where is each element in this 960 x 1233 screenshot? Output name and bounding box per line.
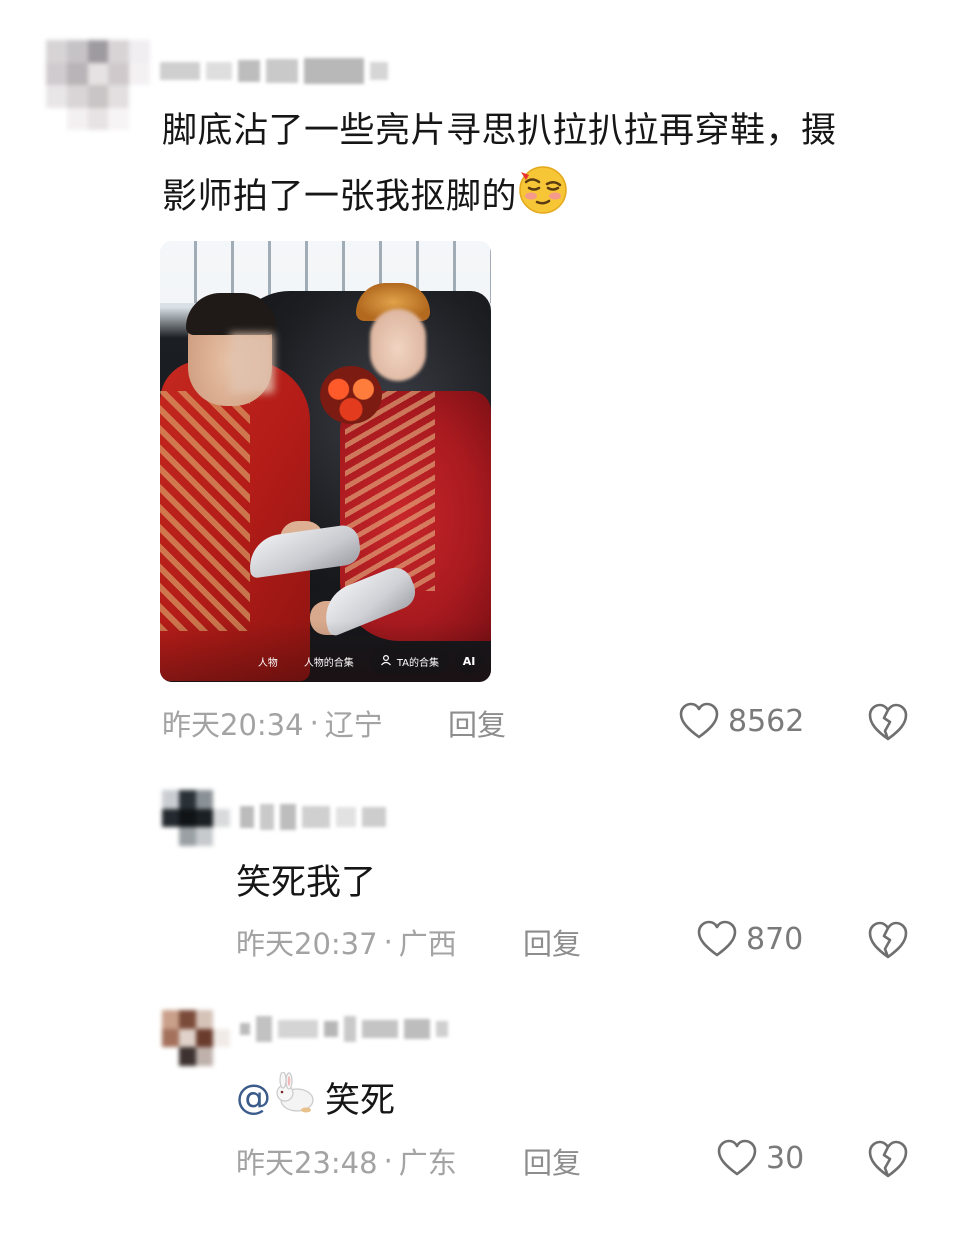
- like-button[interactable]: 30: [716, 1138, 804, 1178]
- chip-ta-collection[interactable]: TA的合集: [369, 648, 449, 674]
- heart-icon: [696, 919, 738, 959]
- photo-blur-mask: [230, 333, 274, 393]
- avatar[interactable]: [46, 40, 150, 130]
- reply-text: @ 笑死: [236, 1071, 396, 1123]
- comment-meta: 昨天20:34 · 辽宁: [162, 702, 383, 744]
- mention-at[interactable]: @: [236, 1078, 271, 1118]
- reply-text: 笑死我了: [236, 863, 377, 903]
- reply-meta: 昨天20:37 · 广西: [236, 921, 457, 963]
- meta-separator: ·: [383, 925, 393, 959]
- photo-embroidery: [160, 391, 250, 631]
- reply-button[interactable]: 回复: [523, 1140, 581, 1182]
- like-button[interactable]: 870: [696, 919, 803, 959]
- meta-separator: ·: [383, 1144, 393, 1178]
- location: 广西: [398, 927, 457, 961]
- like-count: 30: [766, 1140, 805, 1176]
- comment-text: 脚底沾了一些亮片寻思扒拉扒拉再穿鞋，摄 影师拍了一张我抠脚的: [162, 98, 922, 238]
- like-count: 870: [746, 921, 804, 957]
- rabbit-emoji-icon: [273, 1071, 317, 1123]
- photo-groom-hair: [186, 293, 276, 335]
- comment-text-line: 影师拍了一张我抠脚的: [162, 177, 518, 217]
- broken-heart-icon: [866, 1138, 910, 1180]
- photo-bride-head: [370, 309, 426, 381]
- location: 辽宁: [324, 708, 383, 742]
- username[interactable]: [240, 804, 386, 830]
- photo-bouquet: [320, 366, 382, 424]
- meta-separator: ·: [309, 706, 319, 740]
- reply-text-body: 笑死: [325, 1081, 396, 1121]
- broken-heart-icon: [866, 701, 910, 743]
- dislike-button[interactable]: [866, 1138, 910, 1180]
- like-button[interactable]: 8562: [678, 701, 804, 741]
- username[interactable]: [240, 1016, 448, 1042]
- heart-icon: [678, 701, 720, 741]
- reply-meta: 昨天23:48 · 广东: [236, 1140, 457, 1182]
- ai-button[interactable]: AI: [455, 648, 483, 674]
- dislike-button[interactable]: [866, 919, 910, 961]
- chip-person-collection[interactable]: 人物的合集: [294, 648, 364, 674]
- timestamp: 昨天23:48: [236, 1146, 378, 1180]
- comment-photo[interactable]: 人物 人物的合集 TA的合集 AI: [160, 241, 491, 682]
- username[interactable]: [160, 58, 388, 84]
- comment-text-line: 脚底沾了一些亮片寻思扒拉扒拉再穿鞋，摄: [162, 111, 837, 151]
- smirk-blush-emoji-icon: [517, 164, 569, 238]
- dislike-button[interactable]: [866, 701, 910, 743]
- location: 广东: [398, 1146, 457, 1180]
- reply-button[interactable]: 回复: [523, 921, 581, 963]
- broken-heart-icon: [866, 919, 910, 961]
- avatar[interactable]: [162, 1010, 230, 1066]
- reply-button[interactable]: 回复: [448, 702, 506, 744]
- avatar[interactable]: [162, 790, 230, 846]
- photo-chips: 人物 人物的合集 TA的合集 AI: [160, 648, 491, 674]
- timestamp: 昨天20:34: [162, 708, 304, 742]
- chip-person[interactable]: 人物: [248, 648, 288, 674]
- heart-icon: [716, 1138, 758, 1178]
- timestamp: 昨天20:37: [236, 927, 378, 961]
- like-count: 8562: [728, 703, 805, 739]
- person-icon: [380, 654, 392, 669]
